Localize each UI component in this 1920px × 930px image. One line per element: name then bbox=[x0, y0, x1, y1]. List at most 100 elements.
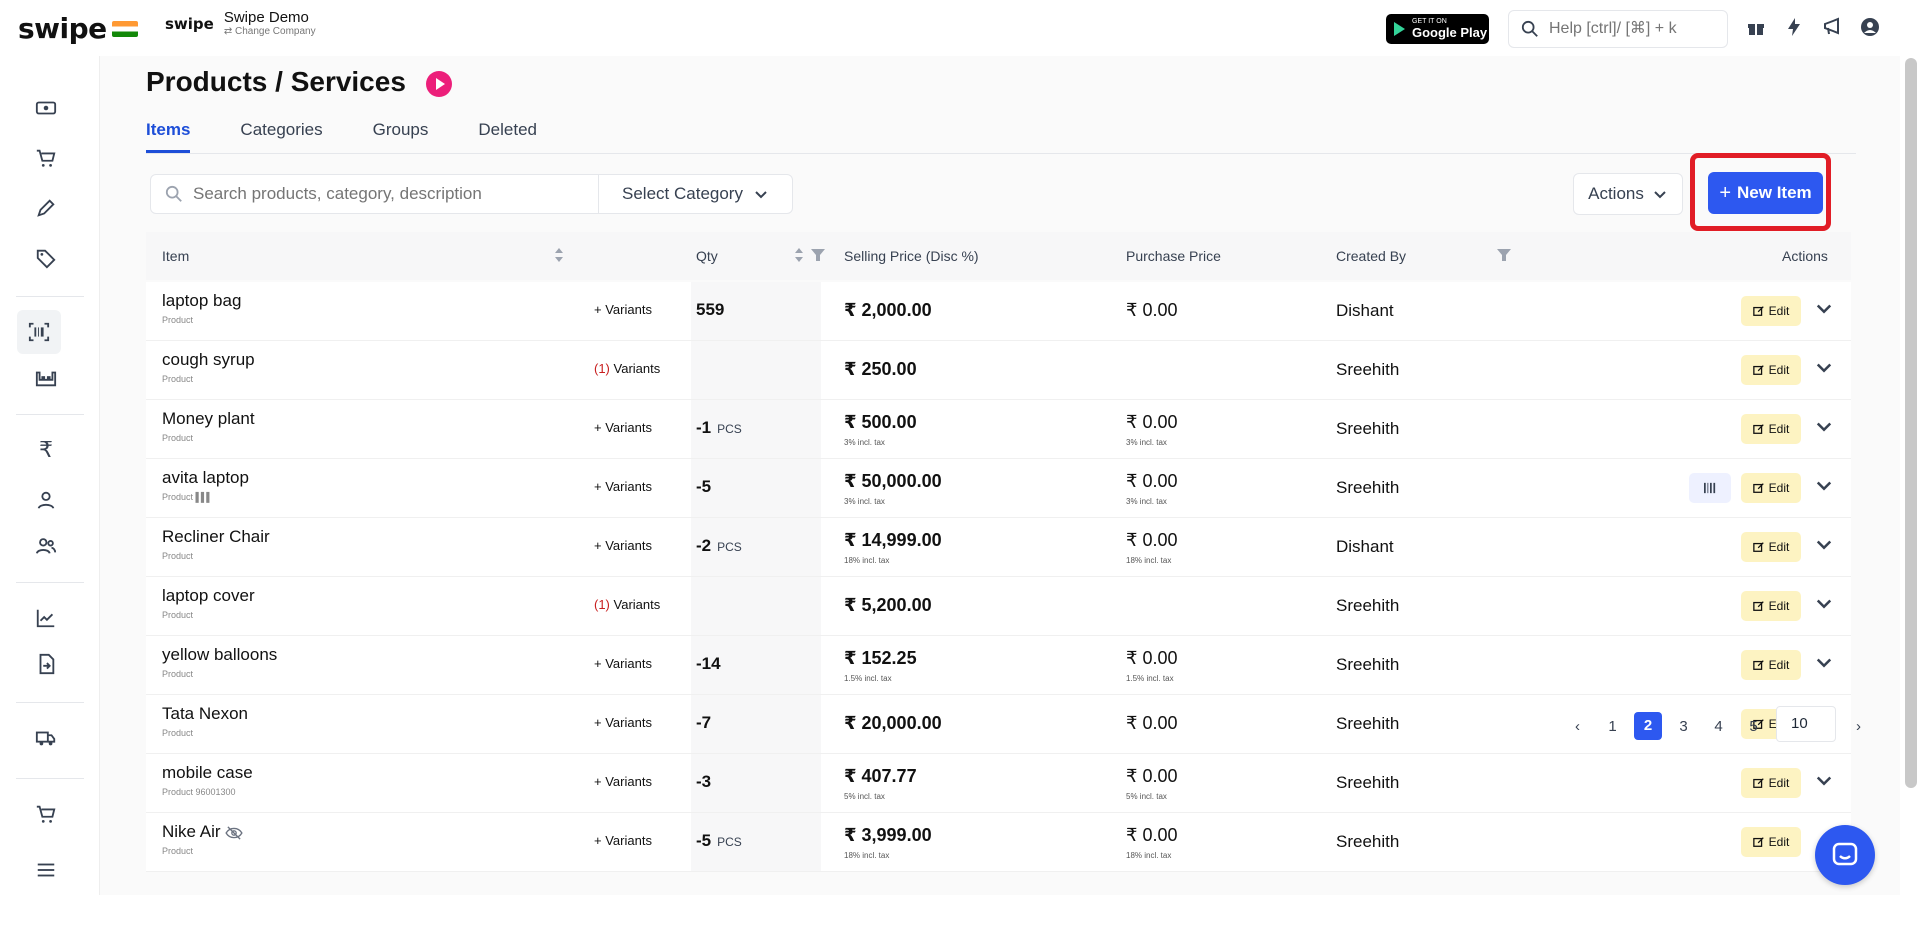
tag-icon[interactable] bbox=[34, 246, 58, 270]
barcode-scan-icon[interactable] bbox=[27, 320, 51, 344]
chevron-down-icon[interactable] bbox=[1814, 770, 1834, 790]
sort-icon[interactable] bbox=[554, 247, 564, 263]
product-search[interactable] bbox=[150, 174, 600, 214]
lightning-icon[interactable] bbox=[1783, 16, 1805, 38]
truck-icon[interactable] bbox=[34, 726, 58, 750]
edit-button[interactable]: Edit bbox=[1741, 650, 1801, 680]
scrollbar-thumb[interactable] bbox=[1905, 58, 1917, 788]
next-page-icon[interactable]: › bbox=[1841, 718, 1876, 735]
table-row[interactable]: laptop bag Product + Variants 559 ₹ 2,00… bbox=[146, 282, 1851, 341]
header-purchase-price[interactable]: Purchase Price bbox=[1126, 248, 1221, 264]
edit-button[interactable]: Edit bbox=[1741, 473, 1801, 503]
search-input[interactable] bbox=[193, 184, 573, 204]
rupee-icon[interactable]: ₹ bbox=[34, 437, 58, 462]
chevron-down-icon[interactable] bbox=[1814, 475, 1834, 495]
page-3[interactable]: 3 bbox=[1666, 718, 1701, 735]
item-name[interactable]: Nike Air bbox=[162, 822, 243, 842]
header-created-by[interactable]: Created By bbox=[1336, 248, 1406, 264]
chevron-down-icon[interactable] bbox=[1814, 534, 1834, 554]
item-name[interactable]: laptop bag bbox=[162, 291, 241, 311]
google-play-badge[interactable]: GET IT ON Google Play bbox=[1386, 14, 1489, 44]
prev-page-icon[interactable]: ‹ bbox=[1560, 718, 1595, 735]
actions-dropdown[interactable]: Actions bbox=[1573, 173, 1683, 215]
table-row[interactable]: laptop cover Product (1) Variants ₹ 5,20… bbox=[146, 577, 1851, 636]
filter-icon[interactable] bbox=[810, 247, 826, 263]
header-qty[interactable]: Qty bbox=[696, 248, 718, 264]
chevron-down-icon[interactable] bbox=[1814, 593, 1834, 613]
store-cart-icon[interactable] bbox=[34, 802, 58, 826]
tab-categories[interactable]: Categories bbox=[240, 120, 322, 153]
play-video-icon[interactable] bbox=[425, 70, 453, 98]
item-name[interactable]: avita laptop bbox=[162, 468, 249, 488]
table-row[interactable]: Recliner Chair Product + Variants -2 PCS … bbox=[146, 518, 1851, 577]
users-icon[interactable] bbox=[34, 534, 58, 558]
item-name[interactable]: Money plant bbox=[162, 409, 255, 429]
table-row[interactable]: Nike Air Product + Variants -5 PCS ₹ 3,99… bbox=[146, 813, 1851, 872]
variants-button[interactable]: (1) Variants bbox=[594, 597, 660, 612]
gift-icon[interactable] bbox=[1745, 16, 1767, 38]
item-name[interactable]: laptop cover bbox=[162, 586, 255, 606]
variants-button[interactable]: + Variants bbox=[594, 833, 652, 848]
file-import-icon[interactable] bbox=[34, 652, 58, 676]
item-name[interactable]: Tata Nexon bbox=[162, 704, 248, 724]
variants-button[interactable]: + Variants bbox=[594, 420, 652, 435]
item-name[interactable]: mobile case bbox=[162, 763, 253, 783]
megaphone-icon[interactable] bbox=[1821, 16, 1843, 38]
page-4[interactable]: 4 bbox=[1701, 718, 1736, 735]
edit-button[interactable]: Edit bbox=[1741, 827, 1801, 857]
edit-button[interactable]: Edit bbox=[1741, 591, 1801, 621]
cart-icon[interactable] bbox=[34, 146, 58, 170]
user-account-icon[interactable] bbox=[1859, 16, 1881, 38]
variants-button[interactable]: + Variants bbox=[594, 479, 652, 494]
filter-icon[interactable] bbox=[1496, 247, 1512, 263]
chart-line-icon[interactable] bbox=[34, 606, 58, 630]
warehouse-icon[interactable] bbox=[34, 366, 58, 390]
chevron-down-icon[interactable] bbox=[1814, 416, 1834, 436]
item-name[interactable]: yellow balloons bbox=[162, 645, 277, 665]
edit-button[interactable]: Edit bbox=[1741, 768, 1801, 798]
page-size-select[interactable]: 10 bbox=[1776, 706, 1836, 742]
header-selling-price[interactable]: Selling Price (Disc %) bbox=[844, 248, 979, 264]
chat-support-button[interactable] bbox=[1815, 825, 1875, 885]
chevron-down-icon[interactable] bbox=[1814, 357, 1834, 377]
item-name[interactable]: cough syrup bbox=[162, 350, 255, 370]
new-item-button[interactable]: + New Item bbox=[1708, 172, 1823, 214]
swipe-logo[interactable]: swipe bbox=[18, 12, 138, 45]
change-company-link[interactable]: ⇄ Change Company bbox=[224, 26, 316, 38]
variants-button[interactable]: + Variants bbox=[594, 774, 652, 789]
variants-button[interactable]: + Variants bbox=[594, 538, 652, 553]
chevron-down-icon[interactable] bbox=[1814, 652, 1834, 672]
company-switcher[interactable]: swipe Swipe Demo ⇄ Change Company bbox=[165, 10, 316, 38]
edit-button[interactable]: Edit bbox=[1741, 414, 1801, 444]
variants-button[interactable]: (1) Variants bbox=[594, 361, 660, 376]
page-5[interactable]: 5 bbox=[1736, 718, 1771, 735]
sort-icon[interactable] bbox=[794, 247, 804, 263]
chevron-down-icon[interactable] bbox=[1814, 298, 1834, 318]
menu-icon[interactable] bbox=[34, 858, 58, 882]
tab-items[interactable]: Items bbox=[146, 120, 191, 153]
help-input[interactable] bbox=[1549, 20, 1719, 38]
select-category-dropdown[interactable]: Select Category bbox=[598, 174, 793, 214]
tab-groups[interactable]: Groups bbox=[373, 120, 429, 153]
page-2[interactable]: 2 bbox=[1634, 712, 1662, 740]
pencil-icon[interactable] bbox=[34, 196, 58, 220]
header-item[interactable]: Item bbox=[162, 248, 189, 264]
user-icon[interactable] bbox=[34, 488, 58, 512]
table-row[interactable]: mobile case Product 96001300 + Variants … bbox=[146, 754, 1851, 813]
table-row[interactable]: Money plant Product + Variants -1 PCS ₹ 5… bbox=[146, 400, 1851, 459]
item-name[interactable]: Recliner Chair bbox=[162, 527, 270, 547]
variants-button[interactable]: + Variants bbox=[594, 656, 652, 671]
edit-button[interactable]: Edit bbox=[1741, 532, 1801, 562]
barcode-button[interactable] bbox=[1689, 473, 1731, 503]
tab-deleted[interactable]: Deleted bbox=[478, 120, 537, 153]
table-row[interactable]: cough syrup Product (1) Variants ₹ 250.0… bbox=[146, 341, 1851, 400]
help-search[interactable] bbox=[1508, 10, 1728, 48]
variants-button[interactable]: + Variants bbox=[594, 302, 652, 317]
edit-button[interactable]: Edit bbox=[1741, 355, 1801, 385]
table-row[interactable]: avita laptop Product ▌▌▌ + Variants -5 ₹… bbox=[146, 459, 1851, 518]
variants-button[interactable]: + Variants bbox=[594, 715, 652, 730]
page-1[interactable]: 1 bbox=[1595, 718, 1630, 735]
edit-button[interactable]: Edit bbox=[1741, 296, 1801, 326]
cash-icon[interactable] bbox=[34, 96, 58, 120]
table-row[interactable]: yellow balloons Product + Variants -14 ₹… bbox=[146, 636, 1851, 695]
